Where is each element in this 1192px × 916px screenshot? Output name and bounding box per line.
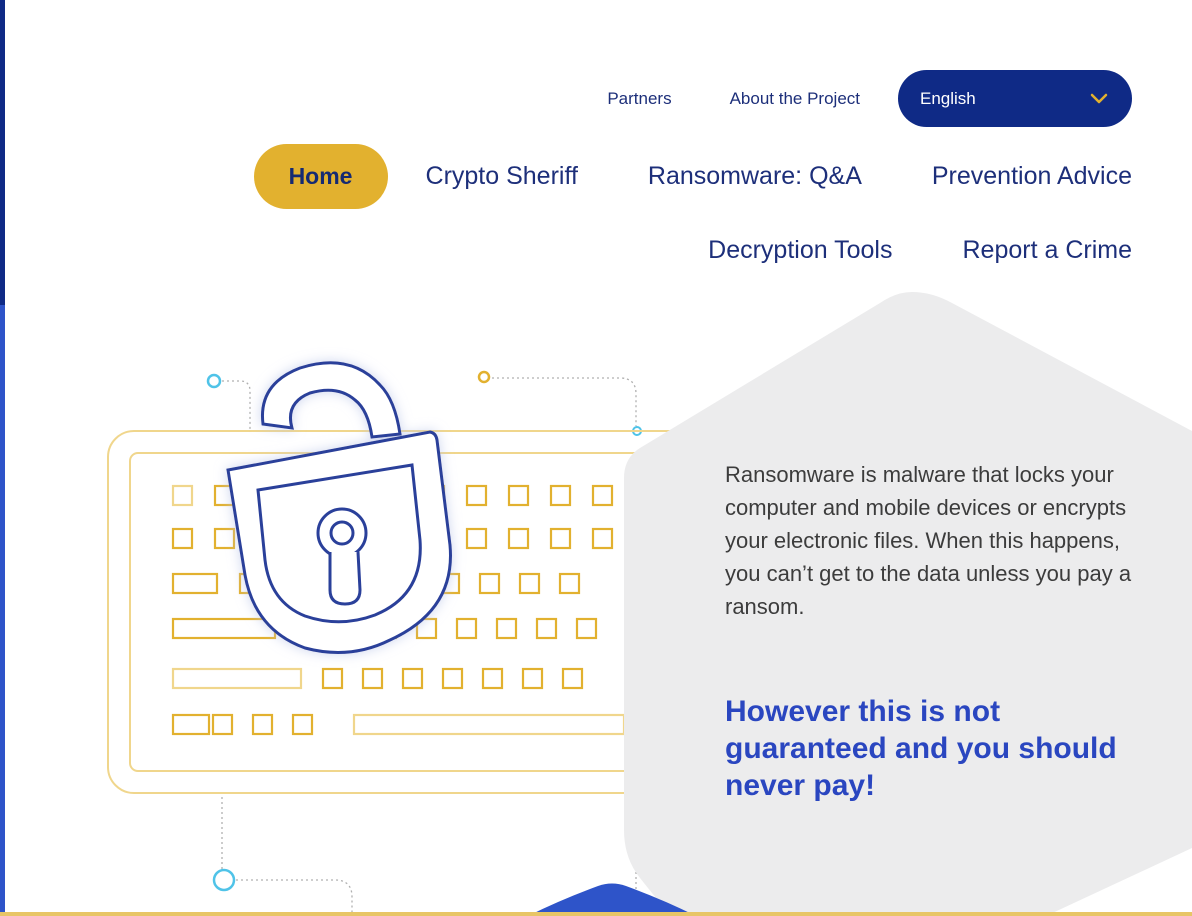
circuit-node-icon xyxy=(206,373,222,389)
utility-nav: Partners About the Project English xyxy=(607,70,1132,127)
never-pay-warning: However this is not guaranteed and you s… xyxy=(725,695,1117,802)
nav-prevention-advice[interactable]: Prevention Advice xyxy=(932,162,1132,191)
keyboard-key xyxy=(507,527,530,550)
keyboard-key xyxy=(352,713,626,736)
keyboard-key xyxy=(518,572,541,595)
keyboard-key xyxy=(549,527,572,550)
keyboard-key xyxy=(171,667,303,690)
bottom-accent-line xyxy=(0,912,1192,916)
keyboard-key xyxy=(171,484,194,507)
circuit-node-icon xyxy=(477,370,491,384)
keyboard-key xyxy=(591,484,614,507)
partners-link[interactable]: Partners xyxy=(607,89,671,109)
secondary-nav: Decryption Tools Report a Crime xyxy=(708,230,1132,270)
keyboard-key xyxy=(561,667,584,690)
keyboard-key xyxy=(495,617,518,640)
nav-decryption-tools[interactable]: Decryption Tools xyxy=(708,236,892,265)
keyboard-key xyxy=(535,617,558,640)
keyboard-key xyxy=(549,484,572,507)
keyboard-key xyxy=(521,667,544,690)
about-project-link[interactable]: About the Project xyxy=(730,89,860,109)
main-nav: Home Crypto Sheriff Ransomware: Q&A Prev… xyxy=(253,144,1132,209)
keyboard-key xyxy=(251,713,274,736)
language-selected-value: English xyxy=(920,88,976,108)
keyboard-key xyxy=(455,617,478,640)
nav-report-crime[interactable]: Report a Crime xyxy=(963,236,1133,265)
keyboard-key xyxy=(465,484,488,507)
keyboard-key xyxy=(478,572,501,595)
keyboard-key xyxy=(171,572,219,595)
unlocked-padlock-icon xyxy=(226,361,452,654)
keyboard-key xyxy=(213,527,236,550)
keyboard-key xyxy=(361,667,384,690)
keyboard-key xyxy=(575,617,598,640)
keyboard-key xyxy=(401,667,424,690)
nav-home[interactable]: Home xyxy=(253,144,388,209)
keyboard-key xyxy=(171,713,211,736)
keyboard-key xyxy=(558,572,581,595)
keyboard-key xyxy=(321,667,344,690)
chevron-down-icon xyxy=(1090,93,1108,103)
keyboard-key xyxy=(441,667,464,690)
nav-ransomware-qa[interactable]: Ransomware: Q&A xyxy=(648,162,862,191)
ransomware-description: Ransomware is malware that locks your co… xyxy=(725,462,1132,619)
nav-crypto-sheriff[interactable]: Crypto Sheriff xyxy=(426,162,578,191)
keyboard-key xyxy=(591,527,614,550)
keyboard-key xyxy=(211,713,234,736)
keyboard-key xyxy=(481,667,504,690)
language-select[interactable]: English xyxy=(898,70,1132,127)
circuit-node-icon xyxy=(212,868,236,892)
keyboard-key xyxy=(171,617,277,640)
keyboard-key xyxy=(291,713,314,736)
keyboard-key xyxy=(507,484,530,507)
keyboard-key xyxy=(465,527,488,550)
keyboard-key xyxy=(171,527,194,550)
